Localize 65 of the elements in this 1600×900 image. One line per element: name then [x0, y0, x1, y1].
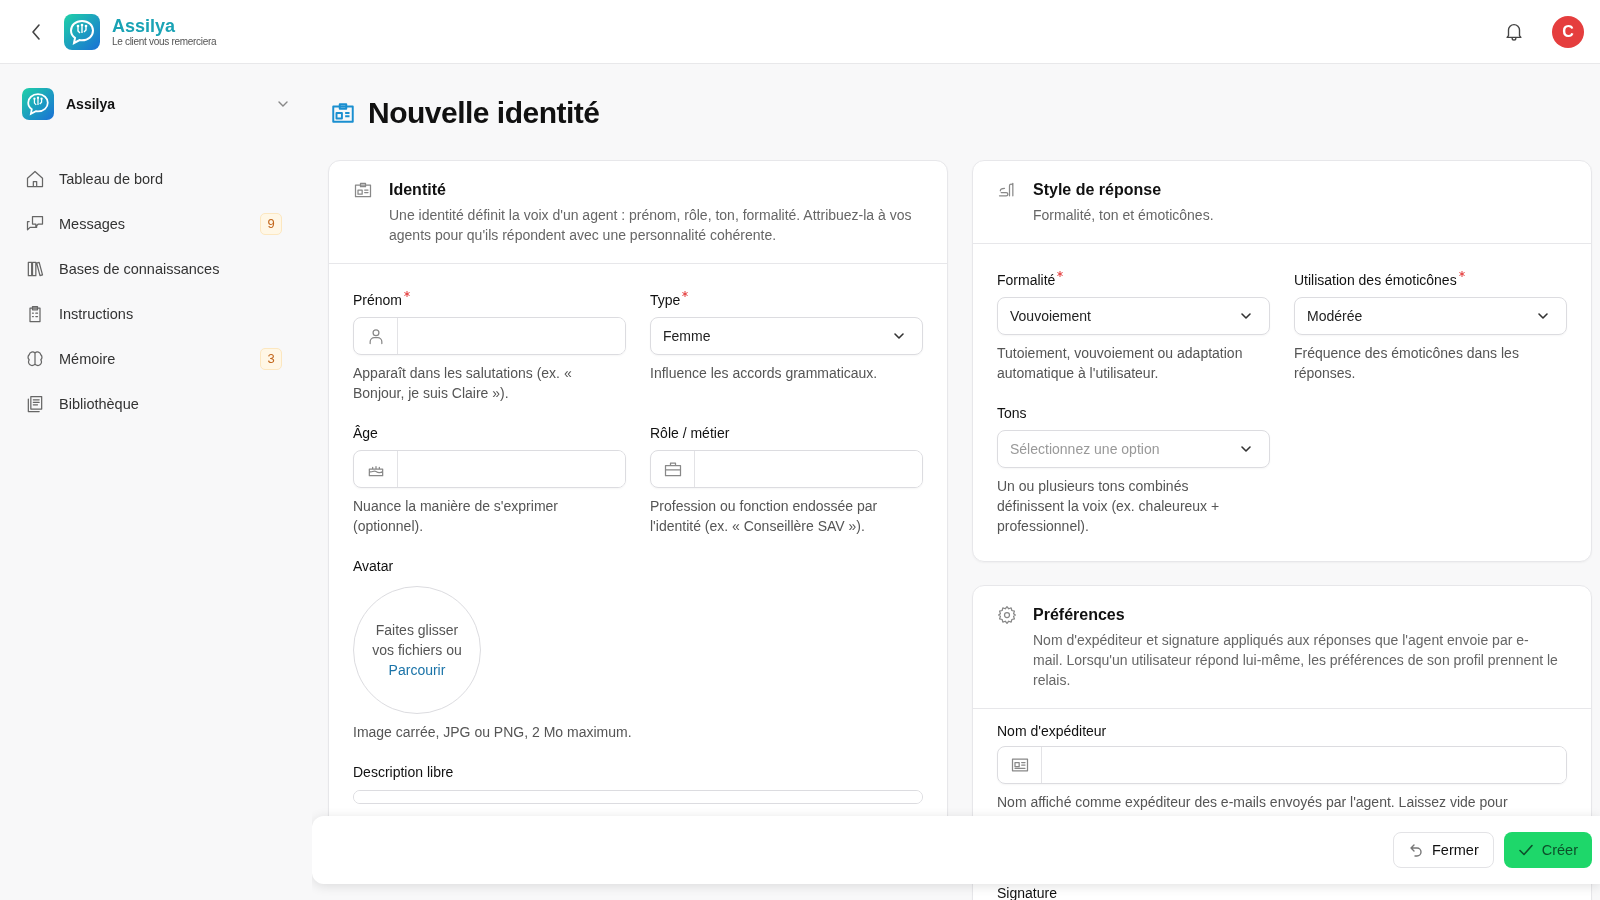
card-description: Formalité, ton et émoticônes. [1033, 206, 1214, 225]
help-text: Nuance la manière de s'exprimer (optionnel). [353, 497, 559, 536]
close-button[interactable]: Fermer [1393, 832, 1494, 868]
text-field[interactable] [650, 450, 923, 488]
dropdown[interactable]: Femme [650, 317, 923, 355]
undo-arrow-icon [1408, 842, 1424, 858]
help-text: Tutoiement, vouvoiement ou adaptation automatique à l'utilisateur. [997, 344, 1244, 383]
sidebar-item[interactable]: Bibliothèque [22, 383, 294, 424]
card-description: Nom d'expéditeur et signature appliqués aux réponses que l'agent envoie par e-mail. Lorsqu'un utilisateur répond lui-même, les préférences de son profil prennent le relais. [1033, 631, 1558, 690]
help-text: Fréquence des émoticônes dans les réponses. [1294, 344, 1520, 383]
field-label: Avatar [353, 557, 394, 576]
document-stack-icon [25, 393, 45, 414]
text-field[interactable] [353, 450, 626, 488]
field-label: Âge [353, 424, 378, 443]
required-mark-icon [1458, 271, 1465, 277]
workspace-switcher[interactable]: Assilya [22, 84, 294, 124]
user-avatar[interactable]: C [1552, 15, 1584, 48]
logo-icon [22, 88, 54, 120]
brand-name: Assilya [112, 16, 177, 36]
field-label: Signature [997, 886, 1057, 900]
home-icon [25, 168, 45, 189]
field-label: Nom d'expéditeur [997, 723, 1107, 739]
help-text: Apparaît dans les salutations (ex. « Bonjour, je suis Claire »). [353, 364, 573, 403]
help-text: Influence les accords grammaticaux. [650, 364, 879, 383]
id-badge-icon [330, 100, 356, 126]
field-label: Rôle / métier [650, 424, 730, 443]
field-label: Tons [997, 404, 1027, 423]
brand-tagline: Le client vous remerciera [112, 36, 217, 47]
brain-icon [25, 348, 45, 369]
help-text: Un ou plusieurs tons combinés définissent la voix (ex. chaleureux + professionnel). [997, 477, 1221, 536]
card-title: Style de réponse [1033, 180, 1163, 200]
id-badge-icon [353, 180, 373, 200]
help-text: Image carrée, JPG ou PNG, 2 Mo maximum. [353, 723, 633, 742]
sidebar-item[interactable]: Bases de connaissances [22, 248, 294, 289]
text-field[interactable] [353, 317, 626, 355]
field-label: Prénom [353, 291, 403, 310]
count-badge: 3 [260, 347, 282, 370]
card-title: Identité [389, 180, 447, 200]
field-label: Formalité [997, 271, 1056, 290]
field-label: Type [650, 291, 681, 310]
sidebar-item[interactable]: Tableau de bord [22, 158, 294, 199]
sidebar-item[interactable]: Messages 9 [22, 203, 294, 244]
card-description: Une identité définit la voix d'un agent : prénom, rôle, ton, formalité. Attribuez-la à vos agents pour qu'ils répondent avec une personnalité cohérente. [389, 206, 913, 245]
field-label: Description libre [353, 763, 454, 782]
dropdown[interactable]: Modérée [1294, 297, 1567, 335]
check-icon [1517, 842, 1534, 858]
create-button[interactable]: Créer [1503, 832, 1592, 868]
dropdown[interactable]: Vouvoiement [997, 297, 1270, 335]
sidebar-item[interactable]: Mémoire 3 [22, 338, 294, 379]
required-mark-icon [404, 291, 411, 297]
text-field[interactable] [997, 746, 1567, 784]
help-text: Profession ou fonction endossée par l'identité (ex. « Conseillère SAV »). [650, 497, 879, 536]
field-label: Utilisation des émoticônes [1294, 271, 1457, 290]
text-area[interactable] [353, 790, 923, 804]
required-mark-icon [1057, 271, 1064, 277]
count-badge: 9 [260, 212, 282, 235]
help-text: Nom affiché comme expéditeur des e-mails envoyés par l'agent. Laissez vide pour [997, 793, 1509, 812]
chevron-left-icon [30, 22, 42, 41]
card-title: Préférences [1033, 605, 1126, 625]
sidebar-item[interactable]: Instructions [22, 293, 294, 334]
logo-icon [64, 13, 100, 50]
settings-icon [997, 605, 1017, 625]
required-mark-icon [682, 291, 689, 297]
page-title: Nouvelle identité [368, 96, 600, 130]
browse-link[interactable]: Parcourir [388, 660, 446, 680]
